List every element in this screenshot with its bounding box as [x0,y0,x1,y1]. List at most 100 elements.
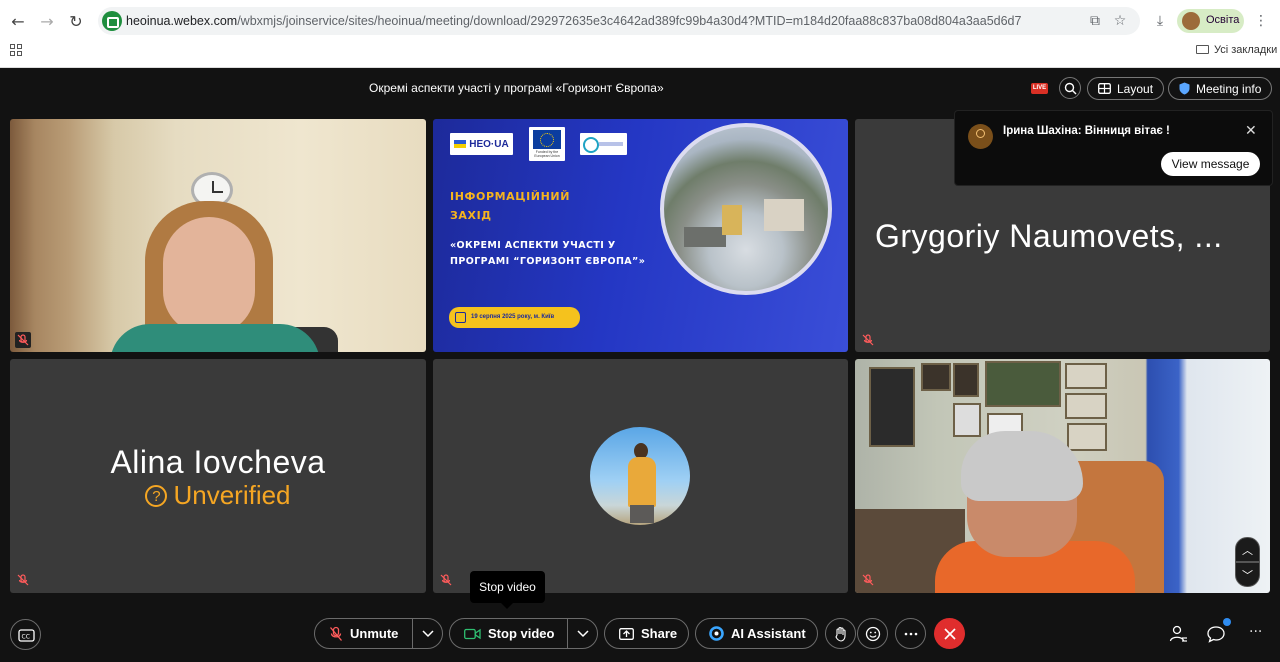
eu-flag-icon [533,130,561,149]
participant-name: Alina Iovcheva [110,444,326,480]
participant-face [163,217,255,335]
reload-icon[interactable]: ↻ [65,10,87,32]
question-icon: ? [145,485,168,507]
audio-options-chevron-icon[interactable] [412,619,442,648]
share-button[interactable]: Share [604,618,689,649]
more-icon [904,632,917,635]
closed-captions-button[interactable]: CC [10,619,41,650]
slide-headline-line1: «ОКРЕМІ АСПЕКТИ УЧАСТІ У [450,240,616,251]
mic-muted-icon [438,572,454,588]
url-text: heoinua.webex.com/wbxmjs/joinservice/sit… [126,14,1021,28]
mic-muted-icon [860,332,876,348]
chat-icon[interactable] [1206,624,1226,644]
close-icon [943,627,956,640]
portrait-frame [869,367,915,447]
picture-frame [953,403,981,437]
unverified-status: ? Unverified [10,480,426,511]
user-avatar-icon [968,124,993,149]
unverified-label: Unverified [173,480,291,510]
unmute-control[interactable]: Unmute [314,618,443,649]
participant-tile-avatar[interactable] [433,359,848,593]
layout-button[interactable]: Layout [1087,77,1165,100]
heo-ua-logo: HEO·UA [450,133,513,155]
picture-frame [953,363,979,397]
participant-avatar [590,427,690,525]
download-icon[interactable]: ⤓ [1150,11,1170,31]
raise-hand-icon [834,626,846,642]
address-bar[interactable]: heoinua.webex.com/wbxmjs/joinservice/sit… [98,7,1140,35]
participant-hair [961,431,1083,501]
layout-label: Layout [1117,81,1154,96]
share-label: Share [641,626,678,641]
leave-meeting-button[interactable] [934,618,965,649]
mic-muted-icon [15,572,31,588]
eu-caption: Funded by the European Union [534,150,560,158]
slide-headline-line2: ПРОГРАМІ “ГОРИЗОНТ ЄВРОПА”» [450,256,646,267]
forward-arrow-icon[interactable]: → [36,10,58,32]
smiley-icon [865,626,880,641]
profile-label: Освіта [1206,14,1240,26]
notification-message: Ірина Шахіна: Вінниця вітає ! [1003,125,1170,137]
profile-avatar [1182,12,1200,30]
view-message-button[interactable]: View message [1161,152,1260,176]
meeting-info-label: Meeting info [1196,81,1262,96]
city-photo-circle [660,123,832,295]
ai-assistant-label: AI Assistant [731,626,806,641]
live-badge: LIVE [1031,83,1048,94]
mic-muted-icon [860,572,876,588]
share-screen-icon [619,627,634,640]
certificate-frame [1065,363,1107,389]
url-path: /wbxmjs/joinservice/sites/heoinua/meetin… [237,14,1022,28]
slide-date-bar: 19 серпня 2025 року, м. Київ [449,307,580,328]
shared-content-tile[interactable]: HEO·UA Funded by the European Union ІНФО… [433,119,848,352]
video-tile-participant-1[interactable] [10,119,426,352]
participant-tile-alina[interactable]: Alina Iovcheva ? Unverified [10,359,426,593]
partner-logo [580,133,627,155]
video-tile-participant-6[interactable] [855,359,1270,593]
video-control[interactable]: Stop video [449,618,598,649]
calendar-icon [455,312,466,323]
closed-captions-icon: CC [18,629,35,642]
unmute-label: Unmute [350,626,399,641]
stop-video-button[interactable]: Stop video [450,619,567,648]
translate-icon[interactable]: ⧉ [1085,11,1105,31]
url-host: heoinua.webex.com [126,14,238,28]
slide-date: 19 серпня 2025 року, м. Київ [471,314,555,320]
browser-menu-icon[interactable]: ⋮ [1251,11,1271,31]
shield-icon [1179,82,1190,95]
site-info-icon[interactable] [102,11,122,31]
certificate-frame [1067,423,1107,451]
participant-name: Grygoriy Naumovets, ... [875,218,1223,254]
stop-video-tooltip: Stop video [470,571,545,609]
profile-button[interactable]: Освіта [1177,9,1244,33]
star-icon[interactable]: ☆ [1110,11,1130,31]
zoom-icon[interactable] [1059,77,1081,99]
mic-muted-icon [15,332,31,348]
stop-video-label: Stop video [488,626,555,641]
browser-chrome: ← → ↻ heoinua.webex.com/wbxmjs/joinservi… [0,0,1280,68]
back-arrow-icon[interactable]: ← [7,10,29,32]
more-options-button[interactable] [895,618,926,649]
chat-notification: Ірина Шахіна: Вінниця вітає ! ✕ View mes… [954,110,1273,186]
participant-body [110,324,320,352]
participants-icon[interactable] [1168,624,1188,644]
apps-grid-icon[interactable] [10,44,22,56]
video-options-chevron-icon[interactable] [567,619,597,648]
scroll-up-icon[interactable]: ︿ [1235,537,1260,562]
unmute-button[interactable]: Unmute [315,619,412,648]
all-bookmarks[interactable]: Усі закладки [1196,44,1277,56]
slide-event-line2: ЗАХІД [450,209,492,222]
reactions-button[interactable] [857,618,888,649]
ukraine-flag-icon [454,140,467,148]
close-icon[interactable]: ✕ [1245,123,1257,139]
picture-frame [985,361,1061,407]
scroll-down-icon[interactable]: ﹀ [1235,562,1260,587]
more-panels-icon[interactable]: ··· [1249,624,1262,640]
svg-text:CC: CC [22,634,30,641]
meeting-info-button[interactable]: Meeting info [1168,77,1273,100]
raise-hand-button[interactable] [825,618,856,649]
ai-assistant-button[interactable]: AI Assistant [695,618,818,649]
meeting-title: Окремі аспекти участі у програмі «Горизо… [369,81,664,95]
ai-assistant-icon [709,626,724,641]
certificate-frame [1065,393,1107,419]
